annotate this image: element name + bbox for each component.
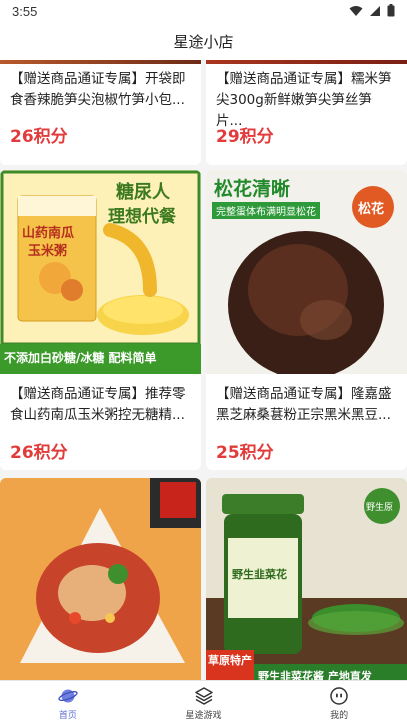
product-card[interactable]: 糖尿人 理想代餐 山药南瓜 玉米粥 不添加白砂糖/冰糖 配料简单 【赠送商品通证… <box>0 170 201 470</box>
image-pack-text: 玉米粥 <box>28 244 68 259</box>
product-card[interactable]: 松花清晰 完整蛋体布满明显松花 松花 【赠送商品通证专属】隆嘉盛黑芝麻桑葚粉正宗… <box>206 170 407 470</box>
layers-icon <box>194 686 213 705</box>
product-desc: 【赠送商品通证专属】开袋即食香辣脆笋尖泡椒竹笋小包... <box>10 71 186 108</box>
product-card[interactable]: 【赠送商品通证专属】糯米笋尖300g新鲜嫩笋尖笋丝笋片... 29积分 <box>206 60 407 165</box>
nav-profile[interactable]: 我的 <box>271 681 407 725</box>
image-badge: 野生原 <box>366 503 394 513</box>
image-headline: 理想代餐 <box>108 207 176 227</box>
product-image <box>0 60 201 64</box>
product-price: 25积分 <box>216 443 274 463</box>
image-badge: 松花 <box>358 202 385 217</box>
battery-icon <box>387 4 395 17</box>
product-card[interactable]: 【赠送商品通证专属】开袋即食香辣脆笋尖泡椒竹笋小包... 26积分 <box>0 60 201 165</box>
product-feed[interactable]: 【赠送商品通证专属】开袋即食香辣脆笋尖泡椒竹笋小包... 26积分 【赠送商品通… <box>0 60 407 680</box>
product-image: 糖尿人 理想代餐 山药南瓜 玉米粥 不添加白砂糖/冰糖 配料简单 <box>0 170 201 374</box>
product-image: 松花清晰 完整蛋体布满明显松花 松花 <box>206 170 407 374</box>
nav-label: 我的 <box>330 710 349 721</box>
product-image <box>206 60 407 64</box>
page-title: 星途小店 <box>173 33 234 51</box>
product-desc: 【赠送商品通证专属】隆嘉盛黑芝麻桑葚粉正宗黑米黑豆... <box>216 386 392 423</box>
bottom-nav: 首页 星途游戏 我的 <box>0 680 407 725</box>
wifi-icon <box>349 5 363 16</box>
signal-icon <box>370 5 380 16</box>
image-corner-text: 草原特产 <box>208 654 252 667</box>
image-jar-label: 野生韭菜花 <box>232 568 287 581</box>
nav-label: 首页 <box>58 710 77 721</box>
image-banner: 野生韭菜花酱 产地直发 <box>258 670 372 680</box>
product-price: 26积分 <box>10 443 68 463</box>
image-pack-text: 山药南瓜 <box>22 226 75 241</box>
image-subheadline: 完整蛋体布满明显松花 <box>212 202 320 219</box>
product-card[interactable] <box>0 478 201 680</box>
nav-label: 星途游戏 <box>185 710 222 721</box>
product-price: 29积分 <box>216 127 274 147</box>
image-banner: 不添加白砂糖/冰糖 配料简单 <box>4 351 157 365</box>
status-bar: 3:55 <box>0 0 407 24</box>
nav-games[interactable]: 星途游戏 <box>136 681 272 725</box>
image-headline: 糖尿人 <box>116 182 170 203</box>
face-icon <box>330 686 348 705</box>
nav-home[interactable]: 首页 <box>0 681 136 725</box>
image-headline: 松花清晰 <box>214 178 291 200</box>
status-icons <box>349 4 395 17</box>
product-price: 26积分 <box>10 127 68 147</box>
title-bar: 星途小店 <box>0 24 407 60</box>
product-card[interactable]: 野生韭菜花 野生原 草原特产 野生韭菜花酱 产地直发 <box>206 478 407 680</box>
product-desc: 【赠送商品通证专属】推荐零食山药南瓜玉米粥控无糖精... <box>10 386 186 423</box>
product-image <box>0 478 201 680</box>
planet-icon <box>58 689 78 702</box>
product-image: 野生韭菜花 野生原 草原特产 野生韭菜花酱 产地直发 <box>206 478 407 680</box>
status-time: 3:55 <box>12 4 38 19</box>
